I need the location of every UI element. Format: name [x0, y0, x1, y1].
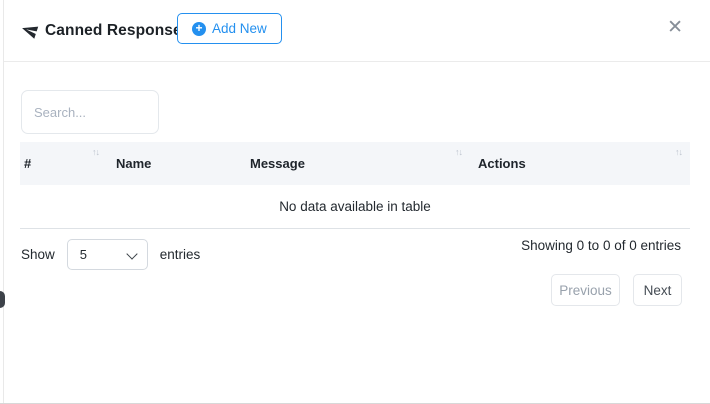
add-new-label: Add New [212, 21, 267, 36]
column-label-message: Message [250, 156, 305, 171]
table-info-text: Showing 0 to 0 of 0 entries [521, 238, 681, 253]
previous-button[interactable]: Previous [551, 274, 620, 306]
search-input[interactable] [21, 90, 159, 134]
entries-select[interactable]: 5 [67, 239, 148, 270]
column-header-message[interactable]: Message ↑↓ [242, 142, 470, 185]
modal-header: Canned Response + Add New ✕ [4, 0, 710, 62]
column-label-number: # [24, 156, 31, 171]
column-label-name: Name [116, 156, 151, 171]
chevron-down-icon [126, 248, 137, 259]
column-header-number[interactable]: # ↑↓ [20, 142, 108, 185]
column-header-actions[interactable]: Actions ↑↓ [470, 142, 690, 185]
next-button[interactable]: Next [633, 274, 682, 306]
edge-handle [0, 291, 5, 308]
sort-icon[interactable]: ↑↓ [92, 147, 99, 157]
page-length-control: Show 5 entries [21, 239, 200, 270]
table-empty-row: No data available in table [20, 185, 690, 229]
modal-title: Canned Response [45, 22, 182, 40]
plus-circle-icon: + [192, 22, 206, 36]
close-icon[interactable]: ✕ [665, 16, 685, 39]
add-new-button[interactable]: + Add New [177, 13, 282, 44]
entries-label: entries [160, 247, 201, 262]
column-label-actions: Actions [478, 156, 526, 171]
paper-plane-icon [19, 20, 40, 41]
empty-state-text: No data available in table [279, 199, 431, 214]
sort-icon[interactable]: ↑↓ [675, 147, 682, 157]
show-label: Show [21, 247, 55, 262]
canned-response-modal: Canned Response + Add New ✕ # ↑↓ Name Me… [0, 0, 710, 404]
entries-select-value: 5 [80, 247, 87, 262]
column-header-name[interactable]: Name [108, 142, 242, 185]
pagination: Previous Next [551, 274, 682, 306]
sort-icon[interactable]: ↑↓ [455, 147, 462, 157]
table-header-row: # ↑↓ Name Message ↑↓ Actions ↑↓ [20, 142, 690, 185]
